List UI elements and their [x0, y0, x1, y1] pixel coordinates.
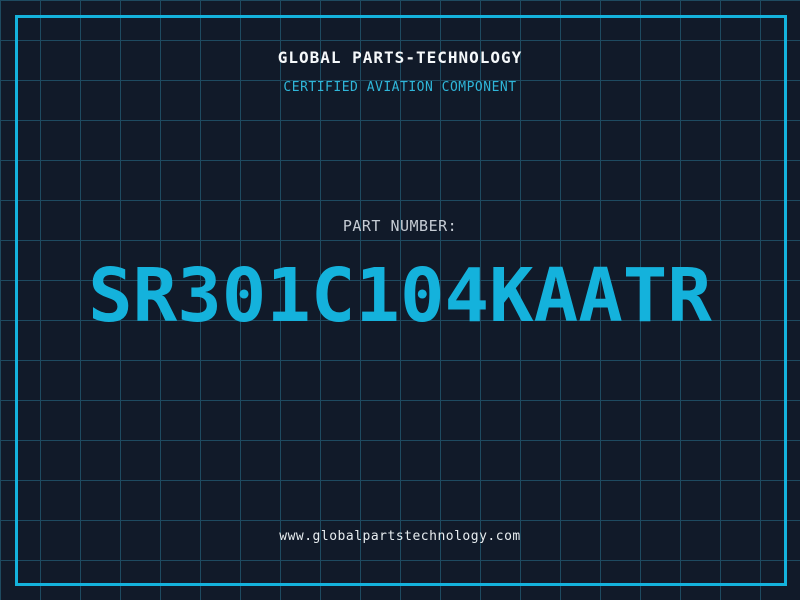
part-number-label: PART NUMBER:	[342, 217, 458, 235]
part-label-card: GLOBAL PARTS-TECHNOLOGY CERTIFIED AVIATI…	[0, 0, 800, 600]
certification-subtitle: CERTIFIED AVIATION COMPONENT	[283, 80, 517, 95]
company-name: GLOBAL PARTS-TECHNOLOGY	[277, 48, 523, 67]
part-number-value: SR301C104KAATR	[88, 253, 712, 339]
website-url: www.globalpartstechnology.com	[279, 529, 521, 544]
